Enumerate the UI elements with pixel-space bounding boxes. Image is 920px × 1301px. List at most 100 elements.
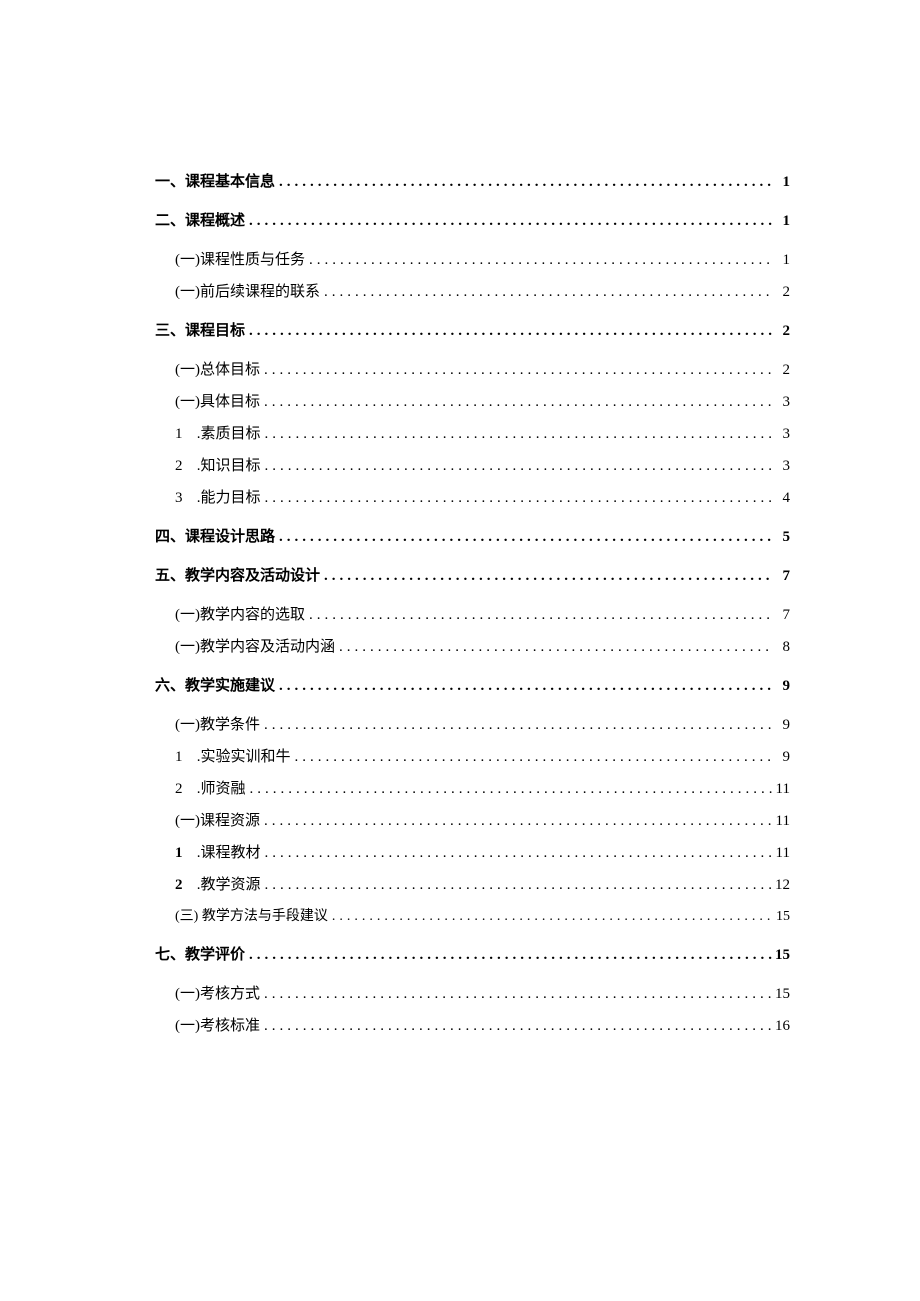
toc-page: 1 bbox=[772, 252, 790, 269]
toc-label: (一)具体目标 bbox=[175, 390, 260, 411]
toc-dots bbox=[320, 284, 772, 301]
toc-label: (一)考核方式 bbox=[175, 982, 260, 1003]
toc-entry: 3 .能力目标 4 bbox=[155, 486, 790, 507]
toc-page: 1 bbox=[772, 213, 790, 230]
toc-page: 7 bbox=[772, 607, 790, 624]
toc-entry: 六、教学实施建议 9 bbox=[155, 674, 790, 695]
toc-label: 四、课程设计思路 bbox=[155, 525, 275, 546]
toc-dots bbox=[260, 394, 772, 411]
toc-entry: (一)考核方式 15 bbox=[155, 982, 790, 1003]
toc-entry: 七、教学评价 15 bbox=[155, 943, 790, 964]
toc-page: 3 bbox=[772, 426, 790, 443]
toc-label: 3 .能力目标 bbox=[175, 486, 261, 507]
toc-entry: 2 .知识目标 3 bbox=[155, 454, 790, 475]
toc-entry: (一)具体目标 3 bbox=[155, 390, 790, 411]
toc-page: 9 bbox=[772, 717, 790, 734]
toc-page: 15 bbox=[772, 986, 790, 1003]
toc-entry: (一)教学条件 9 bbox=[155, 713, 790, 734]
toc-dots bbox=[260, 813, 772, 830]
toc-page: 2 bbox=[772, 362, 790, 379]
toc-dots bbox=[261, 426, 772, 443]
toc-dots bbox=[305, 607, 772, 624]
toc-dots bbox=[320, 568, 772, 585]
toc-label: 二、课程概述 bbox=[155, 209, 245, 230]
toc-label: 2 .师资融 bbox=[175, 777, 246, 798]
toc-label: (一)课程资源 bbox=[175, 809, 260, 830]
toc-entry: 一、课程基本信息 1 bbox=[155, 170, 790, 191]
toc-dots bbox=[260, 1018, 772, 1035]
toc-label: 1 .素质目标 bbox=[175, 422, 261, 443]
toc-dots bbox=[328, 909, 772, 925]
toc-page: 15 bbox=[772, 909, 790, 925]
toc-entry: 二、课程概述 1 bbox=[155, 209, 790, 230]
toc-label: (一)课程性质与任务 bbox=[175, 248, 305, 269]
toc-dots bbox=[275, 678, 772, 695]
toc-page: 7 bbox=[772, 568, 790, 585]
table-of-contents: 一、课程基本信息 1 二、课程概述 1 (一)课程性质与任务 1 (一)前后续课… bbox=[155, 170, 790, 1035]
toc-page: 9 bbox=[772, 749, 790, 766]
toc-label: (一)教学内容的选取 bbox=[175, 603, 305, 624]
toc-page: 11 bbox=[772, 845, 790, 862]
toc-entry: 2 .教学资源 12 bbox=[155, 873, 790, 894]
toc-label: 1 .课程教材 bbox=[175, 841, 261, 862]
toc-entry: 1 .实验实训和牛 9 bbox=[155, 745, 790, 766]
toc-label: 五、教学内容及活动设计 bbox=[155, 564, 320, 585]
toc-dots bbox=[335, 639, 772, 656]
toc-label: 六、教学实施建议 bbox=[155, 674, 275, 695]
toc-page: 16 bbox=[772, 1018, 790, 1035]
toc-page: 5 bbox=[772, 529, 790, 546]
toc-entry: (一)教学内容及活动内涵 8 bbox=[155, 635, 790, 656]
toc-page: 9 bbox=[772, 678, 790, 695]
toc-dots bbox=[275, 174, 772, 191]
toc-entry: (一)总体目标 2 bbox=[155, 358, 790, 379]
toc-label: (三) 教学方法与手段建议 bbox=[175, 905, 328, 925]
toc-entry: (一)课程资源 11 bbox=[155, 809, 790, 830]
toc-dots bbox=[305, 252, 772, 269]
toc-label: (一)考核标准 bbox=[175, 1014, 260, 1035]
toc-dots bbox=[246, 781, 772, 798]
toc-page: 8 bbox=[772, 639, 790, 656]
toc-page: 1 bbox=[772, 174, 790, 191]
toc-dots bbox=[260, 362, 772, 379]
toc-dots bbox=[261, 845, 772, 862]
toc-page: 2 bbox=[772, 284, 790, 301]
toc-page: 3 bbox=[772, 394, 790, 411]
toc-page: 12 bbox=[772, 877, 790, 894]
toc-page: 11 bbox=[772, 781, 790, 798]
toc-entry: 1 .课程教材 11 bbox=[155, 841, 790, 862]
toc-dots bbox=[260, 986, 772, 1003]
toc-dots bbox=[260, 717, 772, 734]
toc-page: 3 bbox=[772, 458, 790, 475]
toc-label: 2 .知识目标 bbox=[175, 454, 261, 475]
toc-entry: 2 .师资融 11 bbox=[155, 777, 790, 798]
toc-label: (一)教学条件 bbox=[175, 713, 260, 734]
toc-dots bbox=[291, 749, 772, 766]
toc-label: (一)教学内容及活动内涵 bbox=[175, 635, 335, 656]
toc-label: 三、课程目标 bbox=[155, 319, 245, 340]
toc-dots bbox=[245, 323, 772, 340]
toc-page: 11 bbox=[772, 813, 790, 830]
toc-dots bbox=[261, 458, 772, 475]
toc-entry: (一)考核标准 16 bbox=[155, 1014, 790, 1035]
toc-entry: 五、教学内容及活动设计 7 bbox=[155, 564, 790, 585]
toc-dots bbox=[261, 490, 772, 507]
toc-entry: (一)教学内容的选取 7 bbox=[155, 603, 790, 624]
toc-dots bbox=[245, 947, 772, 964]
toc-entry: (一)课程性质与任务 1 bbox=[155, 248, 790, 269]
toc-dots bbox=[245, 213, 772, 230]
toc-label: 1 .实验实训和牛 bbox=[175, 745, 291, 766]
toc-dots bbox=[261, 877, 772, 894]
toc-page: 2 bbox=[772, 323, 790, 340]
toc-entry: (三) 教学方法与手段建议 15 bbox=[155, 905, 790, 925]
toc-page: 4 bbox=[772, 490, 790, 507]
toc-entry: 四、课程设计思路 5 bbox=[155, 525, 790, 546]
toc-page: 15 bbox=[772, 947, 790, 964]
toc-entry: (一)前后续课程的联系 2 bbox=[155, 280, 790, 301]
toc-label: 七、教学评价 bbox=[155, 943, 245, 964]
toc-entry: 三、课程目标 2 bbox=[155, 319, 790, 340]
toc-label: (一)总体目标 bbox=[175, 358, 260, 379]
toc-label: (一)前后续课程的联系 bbox=[175, 280, 320, 301]
toc-label: 一、课程基本信息 bbox=[155, 170, 275, 191]
toc-dots bbox=[275, 529, 772, 546]
toc-entry: 1 .素质目标 3 bbox=[155, 422, 790, 443]
